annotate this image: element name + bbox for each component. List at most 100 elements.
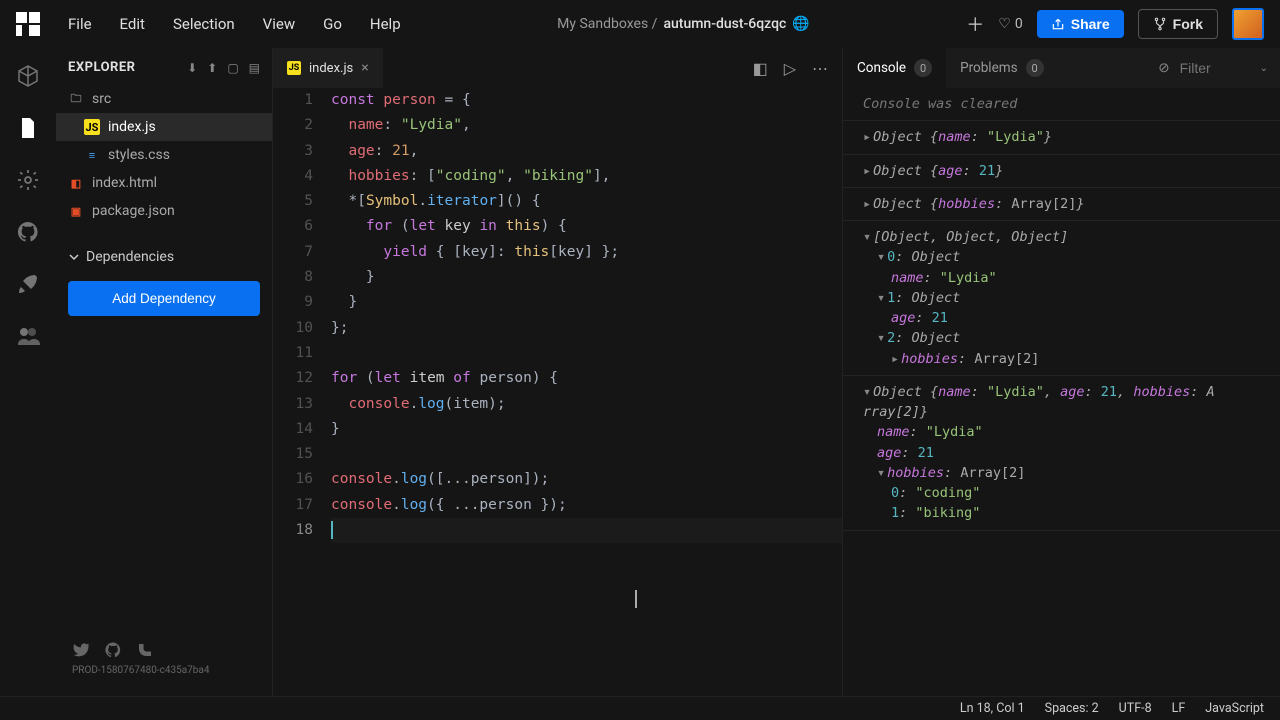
file-label: package.json <box>92 203 175 219</box>
status-bar: Ln 18, Col 1 Spaces: 2 UTF-8 LF JavaScri… <box>0 696 1280 720</box>
editor-panel: JS index.js × ◧ ▷ ⋯ 12345678910111213141… <box>272 48 842 696</box>
like-counter[interactable]: ♡ 0 <box>998 16 1022 32</box>
line-gutter: 123456789101112131415161718 <box>273 88 331 696</box>
split-editor-icon[interactable]: ◧ <box>753 59 768 78</box>
upload-icon[interactable]: ⬆ <box>207 61 217 75</box>
console-output[interactable]: Console was cleared ▸Object {name: "Lydi… <box>843 88 1280 696</box>
tab-label: index.js <box>309 61 353 76</box>
rocket-icon[interactable] <box>16 272 40 296</box>
globe-icon[interactable]: 🌐 <box>792 16 809 32</box>
cube-icon[interactable] <box>16 64 40 88</box>
build-id: PROD-1580767480-c435a7ba4 <box>72 665 256 676</box>
clear-console-icon[interactable]: ⊘ <box>1158 60 1169 76</box>
text-cursor <box>331 521 333 539</box>
console-row[interactable]: ▸Object {age: 21} <box>843 155 1280 188</box>
close-tab-icon[interactable]: × <box>361 60 368 76</box>
menu-file[interactable]: File <box>68 15 92 33</box>
menu-go[interactable]: Go <box>323 15 342 33</box>
fork-icon <box>1153 17 1167 31</box>
fork-label: Fork <box>1173 16 1203 32</box>
gear-icon[interactable] <box>16 168 40 192</box>
new-file-icon[interactable]: ▤ <box>249 61 260 75</box>
json-icon: ▣ <box>68 203 84 219</box>
console-badge: 0 <box>914 59 932 77</box>
explorer-title: EXPLORER <box>68 60 136 75</box>
eol[interactable]: LF <box>1172 701 1186 716</box>
encoding[interactable]: UTF-8 <box>1119 701 1152 716</box>
top-actions: ＋ ♡ 0 Share Fork <box>966 8 1264 40</box>
file-label: index.js <box>108 119 156 135</box>
dependencies-toggle[interactable]: Dependencies <box>68 243 260 271</box>
file-icon[interactable] <box>16 116 40 140</box>
console-row[interactable]: ▾Object {name: "Lydia", age: 21, hobbies… <box>843 376 1280 531</box>
menu-selection[interactable]: Selection <box>173 15 235 33</box>
new-sandbox-icon[interactable]: ＋ <box>966 11 984 37</box>
explorer-panel: EXPLORER ⬇ ⬆ ▢ ▤ 🗀 src JS index.js ≡ sty… <box>56 48 272 696</box>
console-tabs: Console 0 Problems 0 ⊘ ⌄ <box>843 48 1280 88</box>
file-tree: 🗀 src JS index.js ≡ styles.css ◧ index.h… <box>56 85 272 225</box>
run-icon[interactable]: ▷ <box>784 59 796 78</box>
console-row: Console was cleared <box>843 88 1280 121</box>
chevron-down-icon <box>68 251 80 263</box>
github-icon[interactable] <box>16 220 40 244</box>
floating-cursor <box>635 590 637 608</box>
tab-problems[interactable]: Problems 0 <box>946 48 1058 88</box>
like-count: 0 <box>1015 16 1023 32</box>
console-row[interactable]: ▸Object {hobbies: Array[2]} <box>843 188 1280 221</box>
css-icon: ≡ <box>84 147 100 163</box>
folder-icon: 🗀 <box>68 91 84 107</box>
file-index-js[interactable]: JS index.js <box>56 113 272 141</box>
share-button[interactable]: Share <box>1037 10 1124 38</box>
file-styles-css[interactable]: ≡ styles.css <box>56 141 272 169</box>
user-avatar[interactable] <box>1232 8 1264 40</box>
dependencies-section: Dependencies Add Dependency <box>56 243 272 316</box>
filter-input[interactable] <box>1180 60 1250 76</box>
html-icon: ◧ <box>68 175 84 191</box>
activity-bar <box>0 48 56 696</box>
file-package-json[interactable]: ▣ package.json <box>56 197 272 225</box>
tab-index-js[interactable]: JS index.js × <box>273 48 383 88</box>
language-mode[interactable]: JavaScript <box>1205 701 1264 716</box>
live-icon[interactable] <box>16 324 40 348</box>
js-icon: JS <box>287 61 301 75</box>
folder-label: src <box>92 91 111 107</box>
console-row[interactable]: ▸Object {name: "Lydia"} <box>843 121 1280 154</box>
share-label: Share <box>1071 16 1110 32</box>
cursor-position[interactable]: Ln 18, Col 1 <box>960 701 1025 716</box>
sandbox-name[interactable]: autumn-dust-6qzqc <box>663 16 786 32</box>
download-icon[interactable]: ⬇ <box>187 61 197 75</box>
indent-setting[interactable]: Spaces: 2 <box>1045 701 1099 716</box>
chevron-down-icon[interactable]: ⌄ <box>1260 63 1268 74</box>
top-bar: File Edit Selection View Go Help My Sand… <box>0 0 1280 48</box>
twitter-icon[interactable] <box>72 641 90 659</box>
explorer-footer: PROD-1580767480-c435a7ba4 <box>56 629 272 688</box>
more-icon[interactable]: ⋯ <box>812 59 828 78</box>
menu-view[interactable]: View <box>263 15 295 33</box>
js-icon: JS <box>84 119 100 135</box>
dependencies-label: Dependencies <box>86 249 174 265</box>
app-logo[interactable] <box>16 12 40 36</box>
new-folder-icon[interactable]: ▢ <box>227 61 238 75</box>
menu-help[interactable]: Help <box>370 15 401 33</box>
tab-console[interactable]: Console 0 <box>843 48 946 88</box>
folder-src[interactable]: 🗀 src <box>56 85 272 113</box>
main-menu: File Edit Selection View Go Help <box>68 15 401 33</box>
share-icon <box>1051 17 1065 31</box>
breadcrumb-root[interactable]: My Sandboxes / <box>557 16 657 32</box>
file-index-html[interactable]: ◧ index.html <box>56 169 272 197</box>
code-body[interactable]: const person = { name: "Lydia", age: 21,… <box>331 88 842 696</box>
tab-label: Problems <box>960 60 1018 76</box>
problems-badge: 0 <box>1026 59 1044 77</box>
github-foot-icon[interactable] <box>104 641 122 659</box>
file-label: index.html <box>92 175 157 191</box>
add-dependency-button[interactable]: Add Dependency <box>68 281 260 316</box>
menu-edit[interactable]: Edit <box>120 15 145 33</box>
console-row[interactable]: ▾[Object, Object, Object] ▾0: Object nam… <box>843 221 1280 376</box>
console-panel: Console 0 Problems 0 ⊘ ⌄ Console was cle… <box>842 48 1280 696</box>
breadcrumb: My Sandboxes / autumn-dust-6qzqc 🌐 <box>409 16 959 32</box>
tab-label: Console <box>857 60 906 76</box>
spectrum-icon[interactable] <box>136 641 154 659</box>
fork-button[interactable]: Fork <box>1138 9 1218 39</box>
code-editor[interactable]: 123456789101112131415161718 const person… <box>273 88 842 696</box>
file-label: styles.css <box>108 147 170 163</box>
